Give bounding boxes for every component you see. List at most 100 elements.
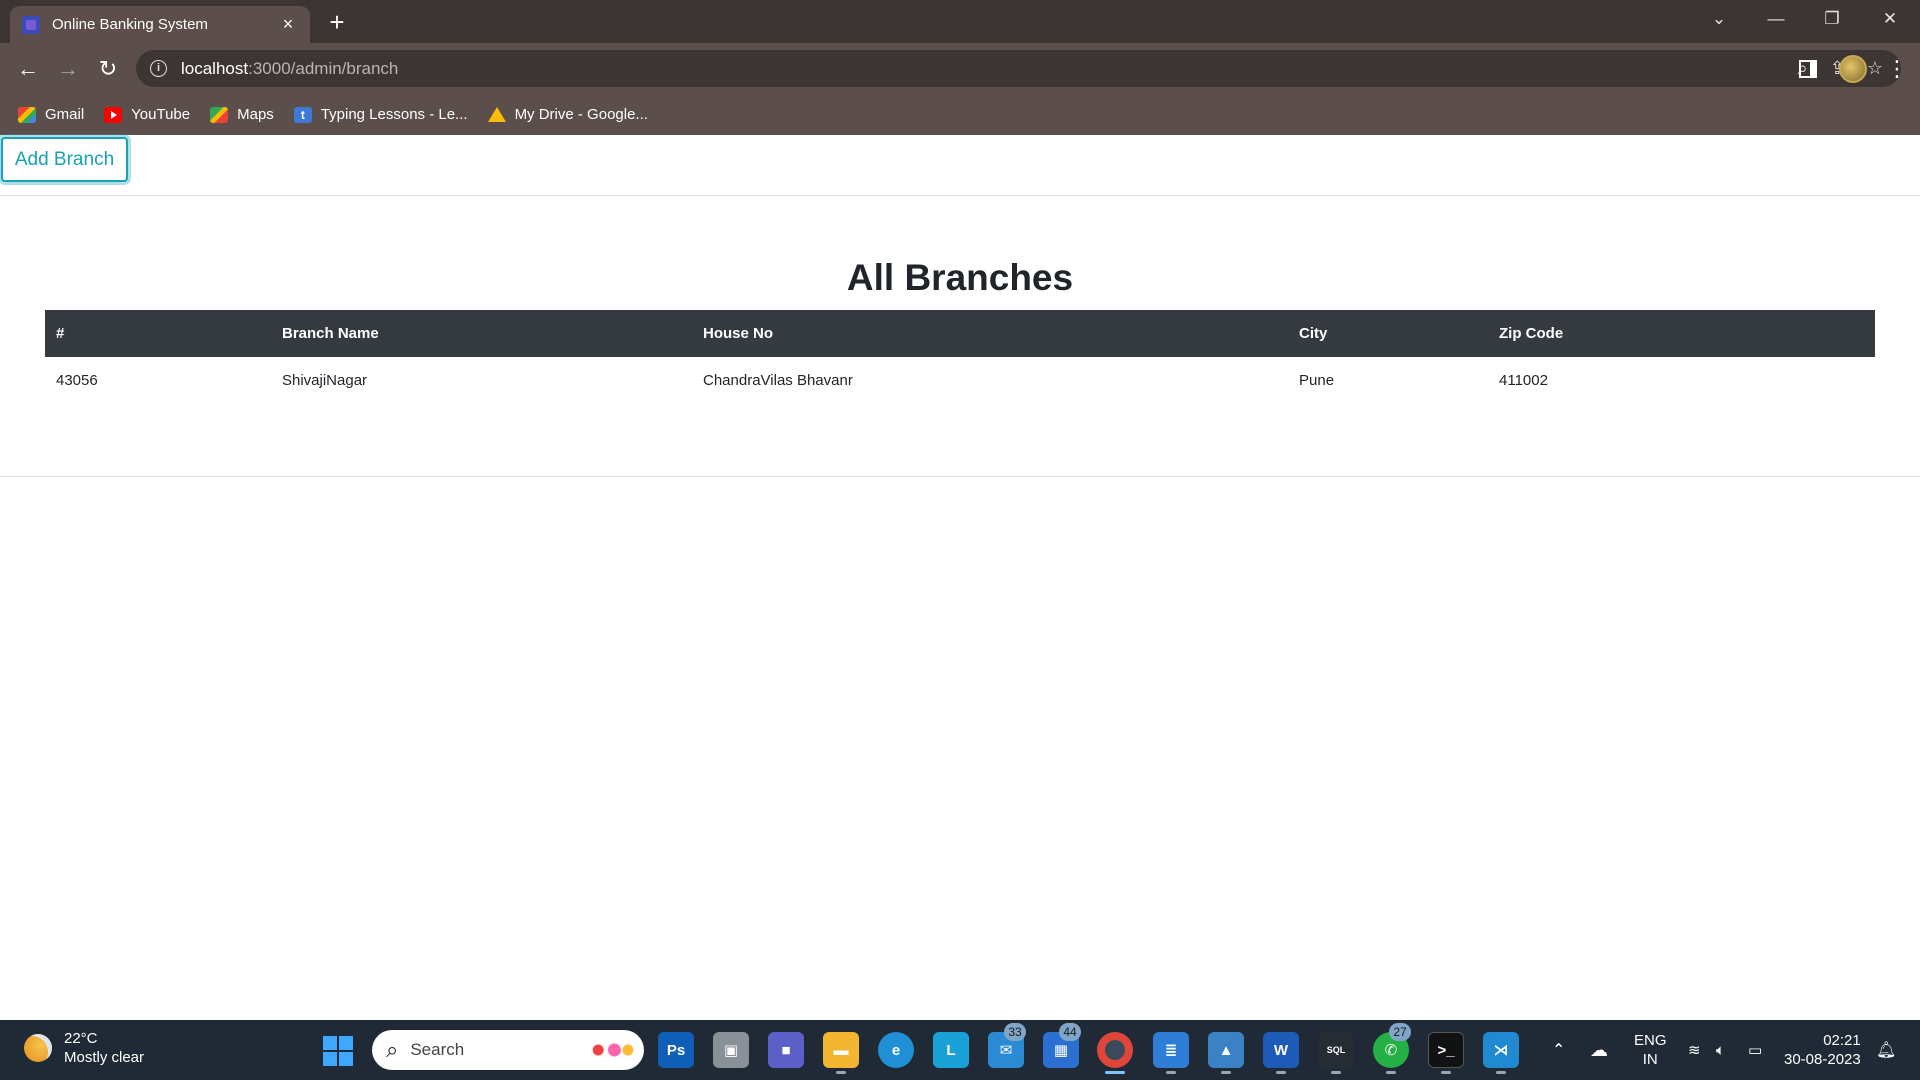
taskbar-search[interactable]: ⌕ Search [372, 1030, 644, 1070]
store-badge: 44 [1059, 1023, 1081, 1041]
bookmark-label: YouTube [131, 106, 191, 123]
typing-icon: t [293, 106, 312, 123]
maps-icon [210, 106, 229, 123]
site-favicon-icon [22, 15, 40, 34]
new-tab-button[interactable]: + [322, 8, 352, 38]
bookmark-youtube[interactable]: YouTube [104, 106, 190, 123]
tray-overflow-icon[interactable]: ⌃ [1552, 1020, 1565, 1080]
weather-condition: Mostly clear [64, 1049, 145, 1066]
bookmark-label: My Drive - Google... [514, 106, 648, 123]
column-header-branch-name: Branch Name [271, 310, 692, 357]
notepad-icon[interactable]: ≣ [1153, 1032, 1189, 1068]
google-drive-icon [487, 107, 506, 122]
gmail-icon [18, 106, 36, 123]
lang-line2: IN [1642, 1051, 1658, 1068]
top-nav: Add Branch [0, 135, 1920, 196]
mysql-icon[interactable]: SQL [1318, 1032, 1354, 1068]
running-indicator [1276, 1071, 1286, 1074]
running-indicator [1221, 1071, 1231, 1074]
running-indicator [836, 1071, 846, 1074]
search-icon: ⌕ [386, 1037, 399, 1062]
column-header-zip-code: Zip Code [1488, 310, 1875, 357]
close-window-icon[interactable]: ✕ [1862, 0, 1918, 38]
volume-icon[interactable]: 🔈︎ [1716, 1020, 1725, 1080]
whatsapp-badge: 27 [1389, 1023, 1411, 1041]
search-highlight-icon [582, 1038, 636, 1062]
browser-menu-icon[interactable]: ⋮ [1886, 51, 1908, 87]
vscode-icon[interactable]: ⋊ [1483, 1032, 1519, 1068]
footer-divider [0, 476, 1920, 477]
weather-temp: 22°C [64, 1030, 98, 1047]
site-info-icon[interactable]: i [150, 60, 167, 77]
file-explorer-icon[interactable]: ▬ [823, 1032, 859, 1068]
tab-close-icon[interactable]: × [278, 14, 298, 35]
wifi-icon[interactable]: ≋ [1688, 1020, 1701, 1080]
active-indicator [1105, 1071, 1125, 1074]
tab-title: Online Banking System [52, 16, 208, 33]
windows-start-icon[interactable] [323, 1036, 353, 1066]
weather-moon-icon [24, 1034, 52, 1062]
cell-id: 43056 [56, 371, 98, 389]
page-title: All Branches [846, 257, 1074, 298]
weather-widget[interactable]: 22°C Mostly clear [24, 1029, 144, 1067]
bookmark-label: Maps [237, 106, 274, 123]
running-indicator [1496, 1071, 1506, 1074]
side-panel-icon[interactable] [1799, 51, 1817, 87]
terminal-icon[interactable]: >_ [1428, 1032, 1464, 1068]
browser-toolbar: ← → ↻ i localhost:3000/admin/branch ⌕ ⇪ … [0, 43, 1920, 94]
address-bar[interactable]: i localhost:3000/admin/branch ⌕ ⇪ ☆ [136, 50, 1901, 87]
cell-city: Pune [1299, 371, 1335, 389]
word-icon[interactable]: W [1263, 1032, 1299, 1068]
taskbar: 22°C Mostly clear ⌕ Search Ps ▣ ■ ▬ e L … [0, 1020, 1920, 1080]
bookmark-my-drive[interactable]: My Drive - Google... [487, 106, 648, 123]
bookmark-typing-lessons[interactable]: t Typing Lessons - Le... [293, 106, 468, 123]
language-indicator[interactable]: ENG IN [1634, 1020, 1667, 1080]
add-branch-button[interactable]: Add Branch [1, 137, 128, 182]
youtube-icon [104, 106, 123, 123]
bookmarks-bar: Gmail YouTube Maps t Typing Lessons - Le… [0, 94, 1920, 135]
bookmark-label: Gmail [45, 106, 85, 123]
l-app-icon[interactable]: L [933, 1032, 969, 1068]
edge-browser-icon[interactable]: e [878, 1032, 914, 1068]
bookmark-gmail[interactable]: Gmail [18, 106, 84, 123]
branches-table: # Branch Name House No City Zip Code 430… [45, 310, 1875, 403]
minimize-icon[interactable]: — [1748, 0, 1804, 38]
cell-zip-code: 411002 [1499, 371, 1548, 389]
table-row: 43056 ShivajiNagar ChandraVilas Bhavanr … [45, 357, 1875, 403]
running-indicator [1441, 1071, 1451, 1074]
chrome-icon[interactable] [1097, 1032, 1133, 1068]
bookmark-maps[interactable]: Maps [210, 106, 274, 123]
task-view-icon[interactable]: ▣ [713, 1032, 749, 1068]
battery-icon[interactable]: ▭ [1748, 1020, 1762, 1080]
bookmark-label: Typing Lessons - Le... [320, 106, 468, 123]
clock-date: 30-08-2023 [1784, 1051, 1861, 1068]
back-arrow-icon[interactable]: ← [12, 53, 44, 85]
search-placeholder: Search [410, 1040, 465, 1059]
cell-branch-name: ShivajiNagar [282, 371, 368, 389]
tab-search-icon[interactable]: ⌄ [1691, 0, 1747, 38]
running-indicator [1386, 1071, 1396, 1074]
teams-chat-icon[interactable]: ■ [768, 1032, 804, 1068]
mail-badge: 33 [1004, 1023, 1026, 1041]
running-indicator [1166, 1071, 1176, 1074]
url-host: localhost [181, 58, 249, 78]
notification-bell-icon[interactable]: 🔔︎ [1876, 1020, 1896, 1080]
onedrive-icon[interactable]: ☁ [1590, 1020, 1608, 1080]
column-header-id: # [45, 310, 271, 357]
profile-avatar[interactable] [1839, 51, 1867, 87]
browser-tab-strip: Online Banking System × + ⌄ — ❐ ✕ [0, 0, 1920, 43]
photoshop-pre-icon[interactable]: Ps [658, 1032, 694, 1068]
running-indicator [1331, 1071, 1341, 1074]
clock[interactable]: 02:21 30-08-2023 [1784, 1020, 1861, 1080]
reload-icon[interactable]: ↻ [92, 53, 124, 85]
bookmark-star-icon[interactable]: ☆ [1867, 58, 1883, 79]
restore-icon[interactable]: ❐ [1804, 0, 1860, 38]
column-header-house-no: House No [692, 310, 1288, 357]
browser-tab[interactable]: Online Banking System × [10, 6, 310, 43]
clock-time: 02:21 [1823, 1032, 1861, 1049]
column-header-city: City [1288, 310, 1488, 357]
photos-icon[interactable]: ▲ [1208, 1032, 1244, 1068]
forward-arrow-icon[interactable]: → [52, 53, 84, 85]
url-path: :3000/admin/branch [248, 58, 399, 78]
cell-house-no: ChandraVilas Bhavanr [703, 371, 853, 389]
